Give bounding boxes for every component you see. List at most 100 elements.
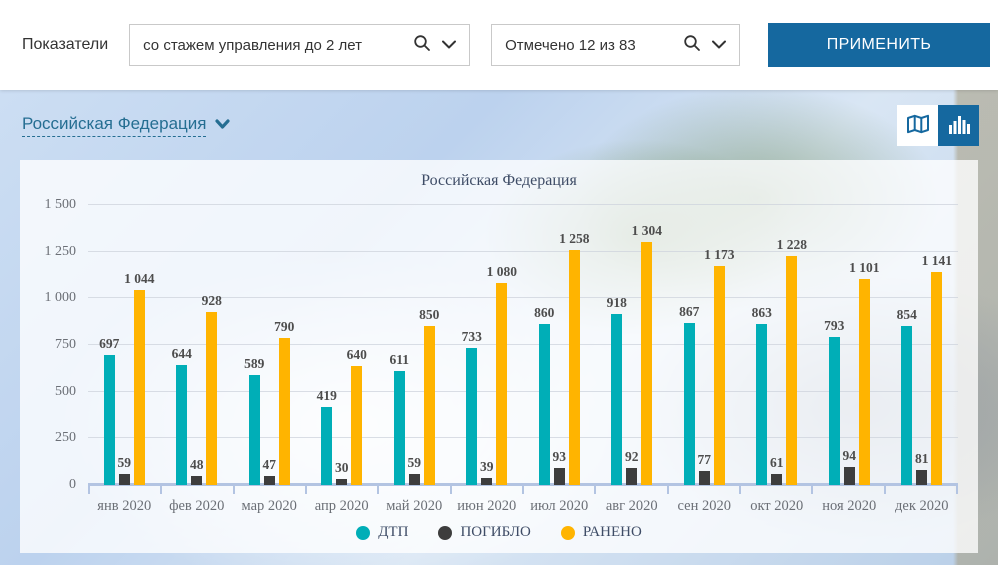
region-row: Российская Федерация	[0, 90, 998, 160]
bar-дтп[interactable]: 611	[389, 352, 409, 485]
bar-ранено[interactable]: 640	[347, 347, 367, 485]
bar-погибло[interactable]: 77	[698, 452, 711, 485]
x-axis-ticks	[88, 485, 958, 494]
x-axis-labels: янв 2020 фев 2020 мар 2020 апр 2020 май 2020…	[78, 494, 978, 515]
bar-ранено[interactable]: 1 173	[704, 247, 734, 485]
y-axis-tick-label: 1 250	[44, 243, 77, 259]
bar-погибло[interactable]: 48	[190, 457, 204, 485]
x-axis-month-label: янв 2020	[97, 498, 152, 514]
apply-button[interactable]: ПРИМЕНИТЬ	[768, 23, 990, 67]
axis-tick	[811, 485, 883, 494]
bar-дтп[interactable]: 918	[607, 295, 627, 485]
region-name: Российская Федерация	[22, 114, 207, 137]
map-view-button[interactable]	[897, 104, 938, 146]
bar-погибло[interactable]: 59	[408, 455, 421, 485]
month-group: 918 92 1 304	[596, 205, 669, 485]
bar-ранено[interactable]: 1 304	[632, 223, 662, 485]
bar-дтп[interactable]: 733	[462, 329, 482, 485]
chart-title: Российская Федерация	[421, 172, 577, 189]
y-axis-tick-label: 750	[55, 337, 76, 352]
axis-tick	[883, 485, 958, 494]
y-axis-tick-label: 500	[55, 383, 76, 399]
bar-дтп[interactable]: 589	[244, 356, 264, 485]
view-toggle	[897, 104, 979, 146]
bar-погибло[interactable]: 39	[480, 459, 494, 485]
bar-ранено[interactable]: 1 044	[124, 271, 154, 485]
bar-дтп[interactable]: 697	[99, 336, 119, 485]
indicators-label: Показатели	[22, 36, 109, 53]
bar-value-label: 854	[896, 306, 917, 322]
bar-погибло[interactable]: 59	[118, 455, 131, 485]
bar-value-label: 793	[824, 317, 845, 333]
legend-dot-icon	[356, 525, 371, 540]
bar-погибло[interactable]: 81	[915, 451, 929, 485]
bar-дтп[interactable]: 419	[317, 388, 337, 485]
bar-дтп[interactable]: 863	[752, 305, 772, 485]
bar-ранено[interactable]: 928	[202, 293, 222, 485]
legend-item-ранено[interactable]: РАНЕНО	[560, 524, 642, 541]
bar-погибло[interactable]: 94	[843, 448, 856, 485]
legend-item-погибло[interactable]: ПОГИБЛО	[438, 524, 531, 541]
x-axis-month-label: дек 2020	[895, 498, 949, 514]
bar-value-label: 928	[201, 292, 222, 308]
x-axis-month-label: сен 2020	[677, 498, 731, 514]
chart-legend: ДТП ПОГИБЛО РАНЕНО	[20, 524, 978, 541]
bar-value-label: 697	[99, 335, 120, 351]
bar-погибло[interactable]: 92	[625, 449, 639, 485]
axis-tick	[666, 485, 739, 494]
bar-value-label: 59	[117, 455, 132, 470]
chart-panel: Российская Федерация 0 250 500 750 1 000 1 25…	[20, 160, 978, 553]
bar-value-label: 93	[552, 448, 567, 464]
bar-дтп[interactable]: 867	[679, 304, 699, 485]
month-group: 697 59 1 044	[88, 205, 161, 485]
bar-ранено[interactable]: 850	[419, 307, 439, 485]
bar-value-label: 860	[534, 305, 555, 321]
map-icon	[906, 114, 930, 137]
regions-select[interactable]: Отмечено 12 из 83	[491, 24, 741, 66]
x-axis-month-label: окт 2020	[750, 498, 804, 514]
bar-дтп[interactable]: 860	[534, 305, 554, 485]
bar-погибло[interactable]: 47	[263, 457, 276, 485]
month-group: 860 93 1 258	[523, 205, 596, 485]
bar-value-label: 640	[346, 346, 367, 362]
bar-дтп[interactable]: 854	[897, 307, 917, 485]
legend-dot-icon	[560, 525, 575, 540]
month-group: 793 94 1 101	[813, 205, 886, 485]
bar-ранено[interactable]: 1 080	[487, 264, 517, 485]
axis-tick	[377, 485, 449, 494]
bar-value-label: 1 173	[704, 247, 735, 263]
chart-view-button[interactable]	[938, 104, 979, 146]
bar-value-label: 611	[389, 351, 410, 367]
bar-ранено[interactable]: 1 228	[777, 237, 807, 485]
x-axis-month-label: май 2020	[386, 498, 443, 514]
bar-ранено[interactable]: 1 101	[849, 260, 879, 485]
axis-tick	[449, 485, 522, 494]
region-selector-link[interactable]: Российская Федерация	[22, 114, 231, 137]
chart-area: 0 250 500 750 1 000 1 250 1 500 697 59 1 044 644 48…	[20, 190, 978, 494]
bar-погибло[interactable]: 61	[770, 455, 784, 485]
search-icon	[413, 34, 431, 57]
axis-tick	[521, 485, 594, 494]
bar-дтп[interactable]: 644	[172, 346, 192, 485]
bar-погибло[interactable]: 93	[553, 449, 566, 485]
bar-value-label: 1 141	[921, 253, 952, 269]
axis-tick	[738, 485, 811, 494]
filter-toolbar: Показатели со стажем управления до 2 лет…	[0, 0, 998, 90]
month-group: 867 77 1 173	[668, 205, 741, 485]
bar-ранено[interactable]: 790	[274, 319, 294, 485]
x-axis-month-label: апр 2020	[314, 498, 369, 514]
x-axis-month-label: мар 2020	[241, 498, 297, 514]
y-axis-tick-label: 250	[55, 430, 76, 446]
indicator-select[interactable]: со стажем управления до 2 лет	[129, 24, 471, 66]
x-axis-month-label: июн 2020	[457, 498, 517, 514]
bar-value-label: 1 228	[776, 236, 807, 252]
bar-ранено[interactable]: 1 141	[922, 253, 952, 485]
legend-item-дтп[interactable]: ДТП	[356, 524, 408, 541]
bar-ранено[interactable]: 1 258	[559, 231, 589, 485]
bar-дтп[interactable]: 793	[824, 318, 844, 485]
bar-value-label: 733	[461, 329, 482, 345]
month-group: 863 61 1 228	[741, 205, 814, 485]
axis-tick	[594, 485, 666, 494]
bar-value-label: 81	[915, 450, 929, 466]
x-axis-month-label: фев 2020	[169, 498, 225, 514]
